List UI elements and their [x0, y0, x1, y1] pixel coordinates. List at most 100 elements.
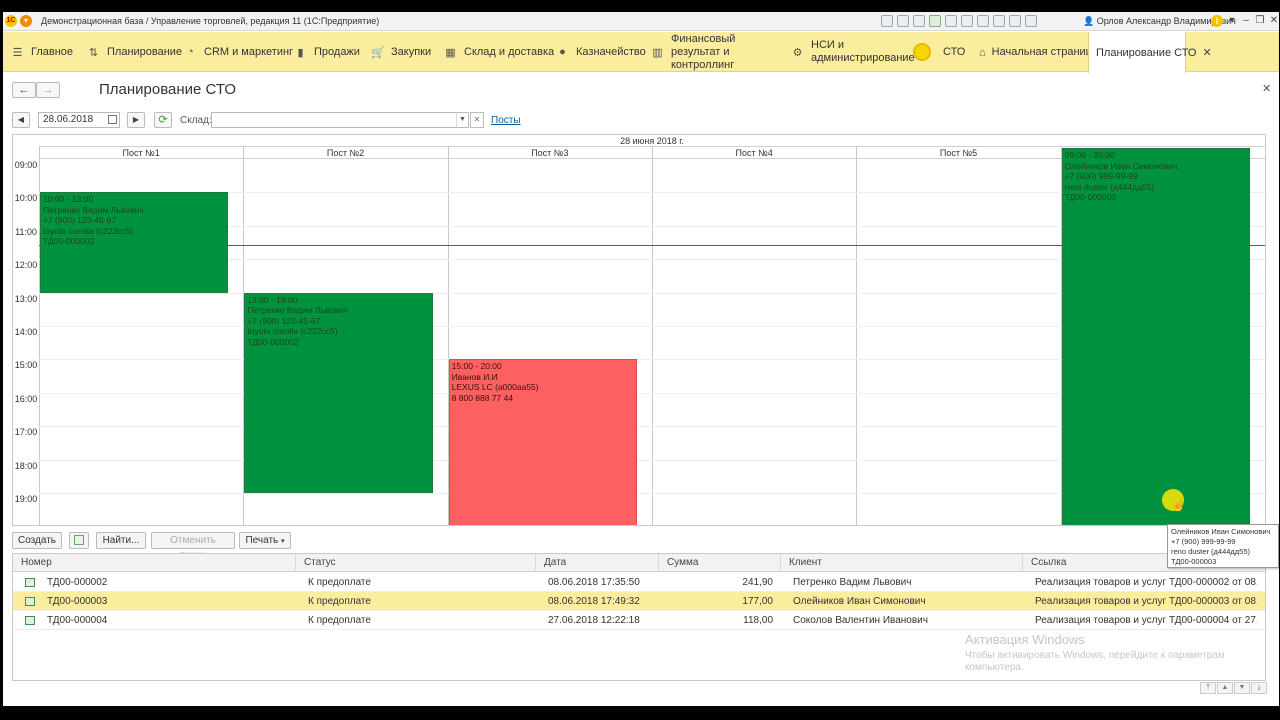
event-line: Петренко Вадим Львович — [247, 305, 348, 316]
refresh-button[interactable]: ⟳ — [154, 112, 172, 128]
prev-day-button[interactable]: ◀ — [12, 112, 30, 128]
restore-icon[interactable]: ❐ — [1253, 14, 1267, 28]
appointment-event[interactable]: 15:00 - 20:00 Иванов И.И LEXUS LC (а000аа5… — [448, 359, 637, 525]
posts-link[interactable]: Посты — [491, 115, 521, 126]
arrow-left-icon: ← — [18, 84, 30, 96]
scroll-top-icon[interactable]: ⤒ — [1200, 682, 1216, 694]
tab-sto-planning[interactable]: Планирование СТО ✕ — [1088, 32, 1212, 73]
event-line: toyota corolla (с222сс5) — [43, 225, 134, 236]
post-header: Пост №2 — [243, 147, 448, 159]
event-line: ТД00-000002 — [247, 336, 299, 347]
hour-label: 10:00 — [14, 193, 38, 204]
date-field[interactable]: 28.06.2018 — [38, 112, 120, 128]
hour-label: 13:00 — [14, 293, 38, 304]
section-sales[interactable]: ▮ Продажи — [294, 32, 359, 72]
section-crm[interactable]: ◔ CRM и маркетинг — [184, 32, 293, 72]
copy-button[interactable] — [69, 532, 89, 549]
tab-home[interactable]: ⌂ Начальная страница — [979, 32, 1098, 72]
close-form-icon[interactable]: ✕ — [1262, 82, 1271, 95]
dropdown-arrow-icon: ▾ — [281, 538, 285, 545]
table-row[interactable]: ТД00-000003 К предоплате 08.06.2018 17:49:… — [13, 592, 1265, 611]
document-icon — [25, 616, 35, 625]
minimize-icon[interactable]: – — [1239, 14, 1253, 28]
section-treasury[interactable]: ● Казначейство — [556, 32, 646, 72]
gear-icon: ⚙ — [792, 46, 803, 59]
appointment-event[interactable]: 13:00 - 19:00 Петренко Вадим Львович +7 (9… — [244, 292, 433, 493]
column-header-client[interactable]: Клиент — [781, 554, 1023, 572]
next-day-button[interactable]: ▶ — [127, 112, 145, 128]
cell-link: Реализация товаров и услуг ТД00-000002 о… — [1035, 577, 1257, 588]
document-icon — [25, 578, 35, 587]
scroll-down-icon[interactable]: ▼ — [1234, 682, 1250, 694]
grid-view-icon[interactable] — [881, 15, 893, 27]
zoom-icon[interactable] — [1009, 15, 1021, 27]
find-button[interactable]: Найти... — [96, 532, 146, 549]
hand-cursor-icon: ☝ — [1171, 498, 1186, 512]
column-header-status[interactable]: Статус — [296, 554, 536, 572]
main-menu-icon[interactable]: ▾ — [20, 15, 32, 27]
hour-label: 12:00 — [14, 260, 38, 271]
section-sto[interactable]: СТО — [943, 32, 965, 72]
print-icon[interactable] — [897, 15, 909, 27]
cell-link: Реализация товаров и услуг ТД00-000004 о… — [1035, 615, 1257, 626]
calculator-icon[interactable] — [977, 15, 989, 27]
section-admin[interactable]: ⚙ НСИ и администрирование — [791, 32, 915, 72]
scroll-bottom-icon[interactable]: ⤓ — [1251, 682, 1267, 694]
windows-activation-title: Активация Windows — [965, 632, 1085, 647]
hour-label: 18:00 — [14, 460, 38, 471]
chart-icon: ▥ — [652, 46, 663, 59]
appointment-event[interactable]: 10:00 - 13:00 Петренко Вадим Львович +7 (9… — [40, 192, 229, 293]
post-divider — [652, 147, 653, 525]
preview-icon[interactable] — [913, 15, 925, 27]
clear-warehouse-icon[interactable]: ✕ — [470, 112, 484, 128]
print-button[interactable]: Печать ▾ — [239, 532, 291, 549]
close-tab-icon[interactable]: ✕ — [1203, 46, 1212, 59]
back-button[interactable]: ← — [12, 82, 36, 98]
panels-icon[interactable] — [1025, 15, 1037, 27]
app-title: Демонстрационная база / Управление торго… — [41, 16, 380, 26]
column-header-sum[interactable]: Сумма — [659, 554, 781, 572]
close-window-icon[interactable]: ✕ — [1267, 14, 1279, 28]
triangle-right-icon: ▶ — [132, 115, 140, 124]
scroll-up-icon[interactable]: ▲ — [1217, 682, 1233, 694]
event-line: ТД00-000003 — [1064, 192, 1116, 202]
column-header-date[interactable]: Дата — [536, 554, 659, 572]
section-purchases[interactable]: 🛒 Закупки — [371, 32, 431, 72]
table-row[interactable]: ТД00-000004 К предоплате 27.06.2018 12:22:… — [13, 611, 1265, 630]
menu-arrow-icon[interactable]: ▾ — [1225, 14, 1239, 28]
section-finance[interactable]: ▥ Финансовый результат и контроллинг — [651, 32, 786, 72]
hour-label: 19:00 — [14, 494, 38, 504]
sun-icon[interactable] — [913, 43, 931, 61]
event-line: +7 (900) 123-45-67 — [43, 215, 117, 226]
event-line: Олейников Иван Симонович — [1064, 160, 1178, 171]
event-line: 13:00 - 19:00 — [247, 294, 298, 305]
notes-icon[interactable] — [993, 15, 1005, 27]
save-icon[interactable] — [929, 15, 941, 27]
section-planning[interactable]: ⇅ Планирование — [87, 32, 182, 72]
forward-button[interactable]: → — [36, 82, 60, 98]
cell-status: К предоплате — [308, 577, 371, 588]
planner-grid[interactable]: 28 июня 2018 г. Пост №1 Пост №2 Пост №3 Пос… — [12, 134, 1266, 526]
event-line: +7 (900) 123-45-67 — [247, 315, 321, 326]
cell-date: 08.06.2018 17:49:32 — [548, 596, 640, 607]
chevron-down-icon[interactable]: ▼ — [456, 113, 468, 127]
table-icon[interactable] — [945, 15, 957, 27]
home-icon: ⌂ — [979, 46, 986, 59]
table-header: Номер Статус Дата Сумма Клиент Ссылка — [13, 554, 1265, 572]
table-row[interactable]: ТД00-000002 К предоплате 08.06.2018 17:35:… — [13, 573, 1265, 592]
windows-activation-text: Чтобы активировать Windows, перейдите к … — [965, 650, 1225, 673]
planner-date-header: 28 июня 2018 г. — [39, 135, 1265, 147]
column-header-number[interactable]: Номер — [13, 554, 296, 572]
cancel-search-button[interactable]: Отменить поиск — [151, 532, 235, 561]
section-warehouse[interactable]: ▦ Склад и доставка — [444, 32, 554, 72]
calendar-icon[interactable] — [961, 15, 973, 27]
info-icon[interactable]: i — [1211, 15, 1223, 27]
create-button[interactable]: Создать — [12, 532, 62, 549]
warehouse-input[interactable]: ▼ — [211, 112, 469, 128]
section-main[interactable]: ☰ Главное — [11, 32, 73, 72]
cell-sum: 241,90 — [742, 577, 773, 588]
appointment-event[interactable]: 09:00 - 20:00 Олейников Иван Симонович +7 … — [1061, 148, 1250, 525]
calendar-picker-icon[interactable] — [108, 115, 117, 124]
cell-number: ТД00-000002 — [47, 577, 108, 588]
event-line: ТД00-000002 — [43, 236, 95, 247]
